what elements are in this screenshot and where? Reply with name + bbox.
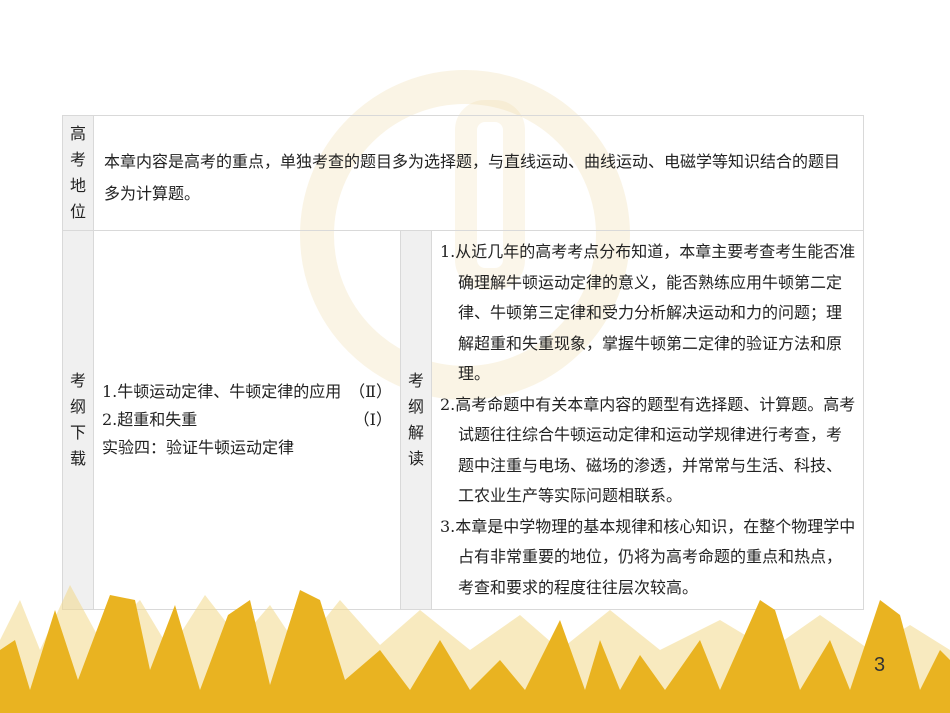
mountain-decoration — [0, 585, 950, 713]
page-number: 3 — [874, 654, 886, 676]
